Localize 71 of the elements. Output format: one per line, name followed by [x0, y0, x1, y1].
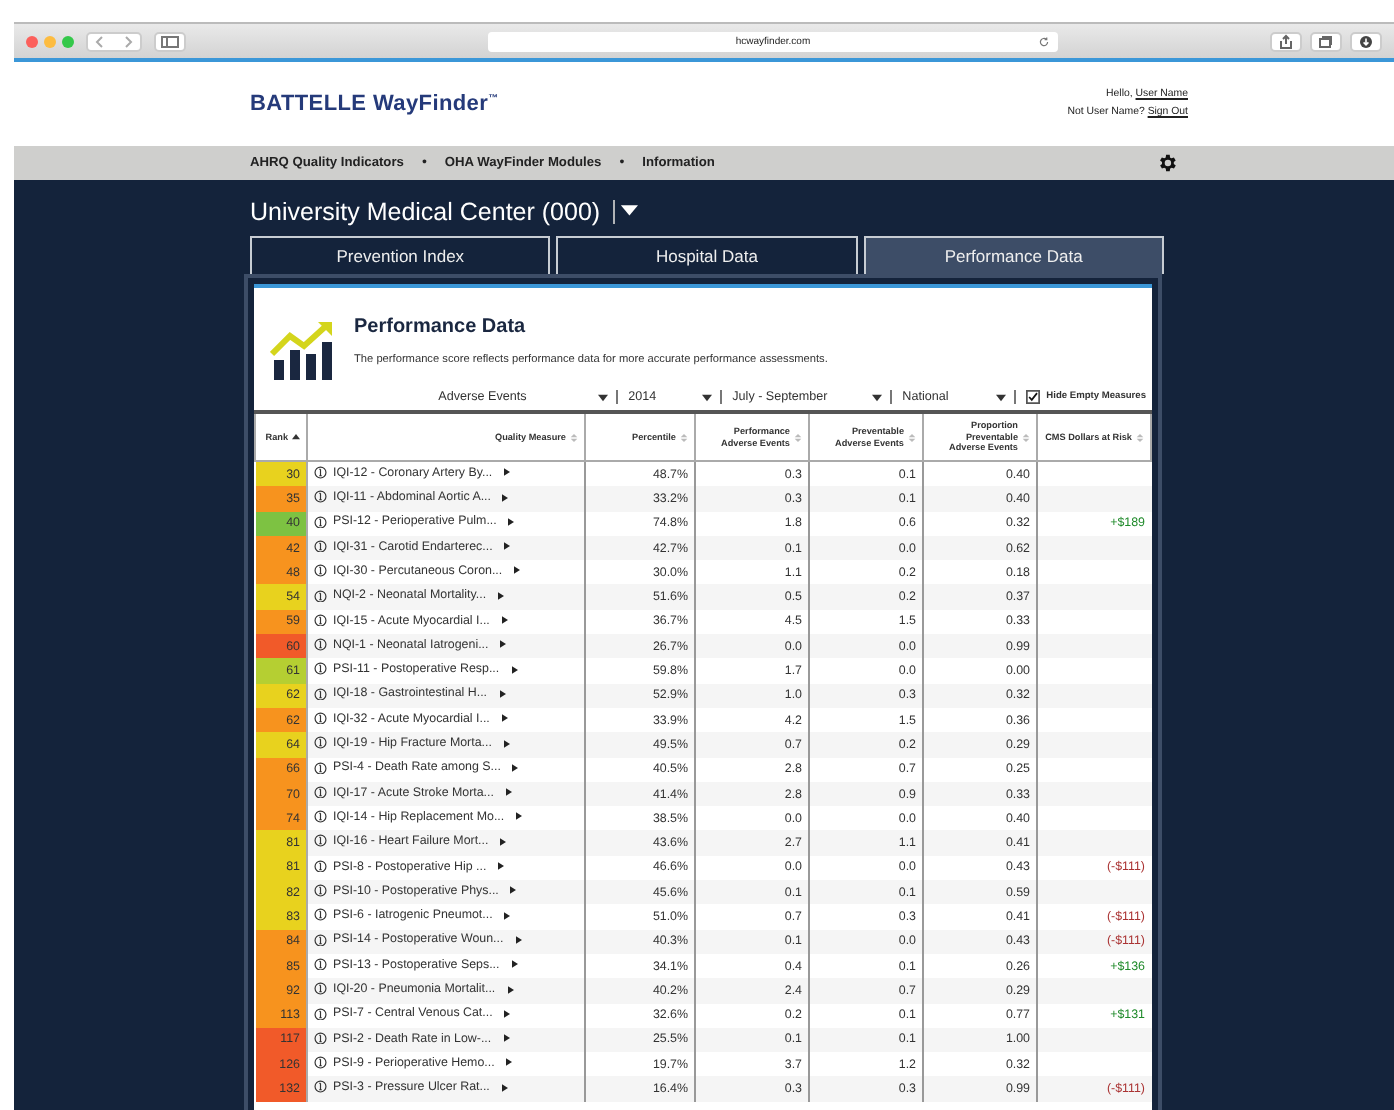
expand-arrow-icon[interactable] [516, 812, 523, 821]
info-icon[interactable] [314, 687, 327, 701]
info-icon[interactable] [314, 1056, 327, 1070]
tab[interactable]: Hospital Data [556, 236, 858, 274]
info-icon[interactable] [314, 785, 327, 799]
info-icon[interactable] [314, 884, 327, 898]
info-icon[interactable] [314, 908, 327, 922]
info-icon[interactable] [314, 638, 327, 652]
expand-arrow-icon[interactable] [499, 689, 506, 698]
info-icon[interactable] [314, 736, 327, 750]
info-icon[interactable] [314, 662, 327, 676]
share-icon[interactable] [1270, 31, 1302, 51]
logo-text: BATTELLE WayFinder$^{™}$ [250, 92, 499, 116]
tab[interactable]: Prevention Index [250, 236, 551, 274]
expand-arrow-icon[interactable] [504, 542, 511, 551]
expand-arrow-icon[interactable] [505, 788, 512, 797]
expand-arrow-icon[interactable] [515, 935, 522, 944]
info-icon[interactable] [314, 957, 327, 971]
expand-arrow-icon[interactable] [501, 714, 508, 723]
expand-arrow-icon[interactable] [502, 493, 509, 502]
expand-arrow-icon[interactable] [504, 468, 511, 477]
info-icon[interactable] [314, 711, 327, 725]
tabs-icon[interactable] [1310, 31, 1342, 51]
expand-arrow-icon[interactable] [498, 862, 505, 871]
info-icon[interactable] [314, 1007, 327, 1021]
rising-chart-icon [270, 320, 338, 380]
info-icon[interactable] [314, 564, 327, 578]
tab[interactable]: Performance Data [863, 236, 1164, 274]
expand-arrow-icon[interactable] [500, 837, 507, 846]
caret-icon [598, 393, 609, 401]
expand-arrow-icon[interactable] [511, 665, 518, 674]
expand-arrow-icon[interactable] [512, 763, 519, 772]
expand-arrow-icon[interactable] [503, 1034, 510, 1043]
reload-icon[interactable] [1038, 35, 1050, 47]
info-icon[interactable] [314, 589, 327, 602]
checkbox[interactable] [1026, 390, 1041, 404]
info-icon[interactable] [314, 613, 327, 627]
expand-arrow-icon[interactable] [503, 739, 510, 748]
expand-arrow-icon[interactable] [501, 1083, 508, 1092]
info-icon[interactable] [314, 466, 327, 480]
expand-arrow-icon[interactable] [501, 616, 508, 625]
info-icon[interactable] [314, 1080, 327, 1094]
caret-icon [702, 393, 713, 401]
info-icon[interactable] [314, 515, 327, 529]
download-icon[interactable] [1350, 31, 1382, 51]
info-icon[interactable] [314, 539, 327, 553]
expand-arrow-icon[interactable] [504, 911, 511, 920]
settings-icon[interactable] [1156, 152, 1178, 174]
expand-arrow-icon[interactable] [510, 886, 517, 895]
dropdown-caret-icon[interactable] [612, 200, 641, 224]
panel-title: Performance Data [354, 316, 528, 338]
info-icon[interactable] [314, 1031, 327, 1045]
info-icon[interactable] [314, 810, 327, 824]
expand-arrow-icon[interactable] [504, 1009, 511, 1018]
caret-icon [872, 393, 883, 401]
expand-arrow-icon[interactable] [511, 960, 518, 969]
caret-icon [996, 393, 1007, 401]
expand-arrow-icon[interactable] [500, 640, 507, 649]
info-icon[interactable] [314, 834, 327, 848]
sidebar-icon[interactable] [154, 31, 186, 51]
info-icon[interactable] [314, 933, 327, 947]
info-icon[interactable] [314, 859, 327, 873]
expand-arrow-icon[interactable] [506, 1058, 513, 1067]
expand-arrow-icon[interactable] [514, 566, 521, 575]
info-icon[interactable] [314, 761, 327, 775]
info-icon[interactable] [314, 490, 327, 504]
expand-arrow-icon[interactable] [507, 985, 514, 993]
info-icon[interactable] [314, 982, 327, 996]
expand-arrow-icon[interactable] [498, 591, 505, 600]
expand-arrow-icon[interactable] [508, 517, 515, 526]
facility-name: University Medical Center (000) [250, 198, 601, 226]
